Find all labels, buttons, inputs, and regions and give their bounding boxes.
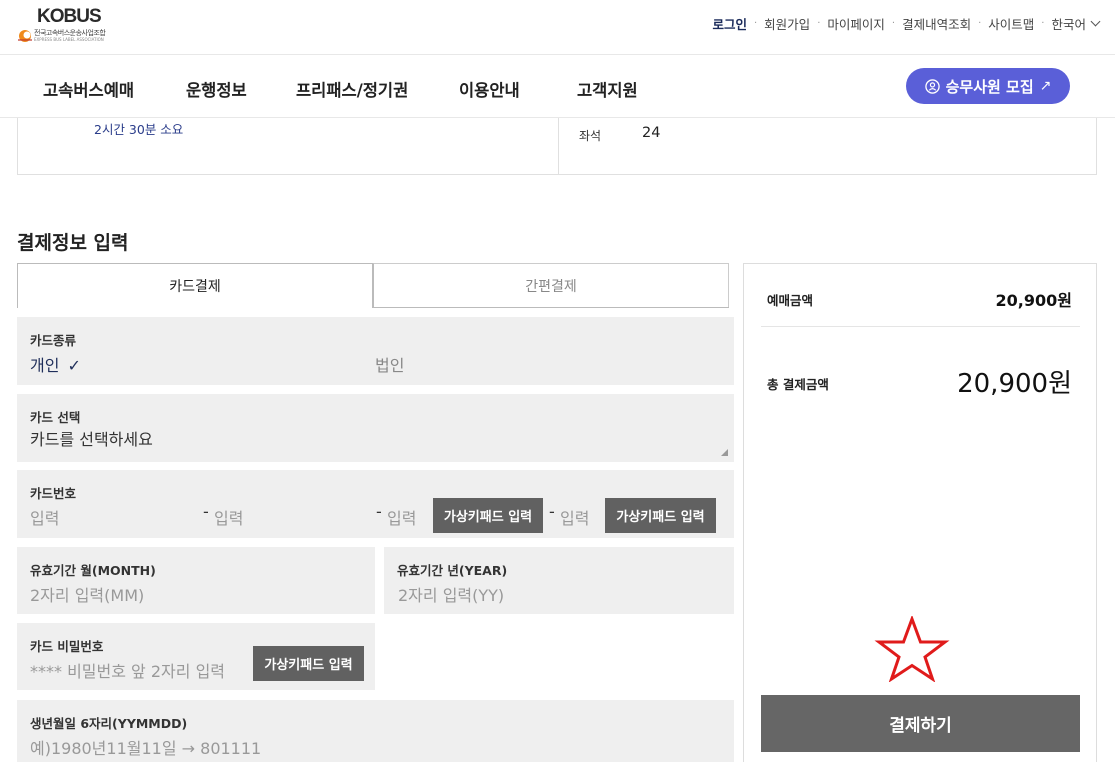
main-nav: 고속버스예매 운행정보 프리패스/정기권 이용안내 고객지원 승무사원 모집 ↗ [0,55,1115,118]
password-virtual-keypad-button[interactable]: 가상키패드 입력 [253,646,364,681]
card-number-dash: - [549,502,555,521]
birth-date-field: 생년월일 6자리(YYMMDD) 예)1980년11월11일 → 801111 [17,700,734,762]
util-separator: · [1041,18,1045,29]
card-select-value[interactable]: 카드를 선택하세요 [30,426,153,450]
card-number-dash: - [203,502,209,521]
section-title: 결제정보 입력 [17,232,129,254]
recruit-button[interactable]: 승무사원 모집 ↗ [906,68,1070,104]
trip-summary: 2시간 30분 소요 좌석 24 [17,118,1097,175]
utility-links: 로그인 · 회원가입 · 마이페이지 · 결제내역조회 · 사이트맵 · 한국어 [712,14,1101,33]
nav-item-schedule[interactable]: 운행정보 [186,77,247,101]
card-type-corporate[interactable]: 법인 [375,352,404,376]
signup-link[interactable]: 회원가입 [764,14,810,33]
nav-item-guide[interactable]: 이용안내 [459,77,520,101]
util-separator: · [978,18,982,29]
total-amount-label: 총 결제금액 [767,377,829,392]
logo-text: KOBUS [37,6,102,27]
page: KOBUS 전국고속버스운송사업조합 EXPRESS BUS LABEL ASS… [0,0,1115,762]
virtual-keypad-button-4[interactable]: 가상키패드 입력 [605,498,716,533]
util-separator: · [817,18,821,29]
card-number-input-4[interactable]: 입력 [560,505,589,529]
payment-history-link[interactable]: 결제내역조회 [902,14,971,33]
card-number-dash: - [376,502,382,521]
check-icon: ✓ [67,356,81,375]
card-number-label: 카드번호 [30,486,77,501]
mypage-link[interactable]: 마이페이지 [827,14,885,33]
kobus-logo[interactable]: KOBUS 전국고속버스운송사업조합 EXPRESS BUS LABEL ASS… [17,6,127,46]
expiry-year-label: 유효기간 년(YEAR) [397,563,508,578]
card-type-label: 카드종류 [30,333,77,348]
booking-amount-value: 20,900원 [995,291,1072,310]
external-arrow-icon: ↗ [1039,78,1052,94]
login-link[interactable]: 로그인 [712,14,747,33]
price-divider [761,326,1080,327]
card-select-field[interactable]: 카드 선택 카드를 선택하세요 [17,394,734,462]
recruit-label: 승무사원 모집 [945,77,1034,96]
card-type-personal[interactable]: 개인 ✓ [30,352,81,376]
card-number-input-1[interactable]: 입력 [30,505,59,529]
logo-subtitle-en: EXPRESS BUS LABEL ASSOCIATION [34,37,104,42]
card-type-personal-label: 개인 [30,356,60,375]
nav-item-support[interactable]: 고객지원 [577,77,638,101]
card-type-field: 카드종류 개인 ✓ 법인 [17,317,734,385]
nav-item-booking[interactable]: 고속버스예매 [43,77,134,101]
card-password-field: 카드 비밀번호 **** 비밀번호 앞 2자리 입력 가상키패드 입력 [17,623,375,690]
util-separator: · [891,18,896,29]
trip-duration: 2시간 30분 소요 [94,122,184,137]
pay-button[interactable]: 결제하기 [761,695,1080,752]
total-amount-value: 20,900원 [957,369,1072,399]
seat-value: 24 [642,125,661,141]
card-number-input-2[interactable]: 입력 [214,505,243,529]
seat-label: 좌석 [579,129,602,143]
expiry-month-label: 유효기간 월(MONTH) [30,563,156,578]
card-password-label: 카드 비밀번호 [30,639,104,654]
top-bar: KOBUS 전국고속버스운송사업조합 EXPRESS BUS LABEL ASS… [0,0,1115,55]
expiry-month-input[interactable]: 2자리 입력(MM) [30,582,144,606]
virtual-keypad-button-3[interactable]: 가상키패드 입력 [433,498,543,533]
language-select[interactable]: 한국어 [1051,14,1086,33]
booking-amount-label: 예매금액 [767,293,814,308]
price-panel: 예매금액 20,900원 총 결제금액 20,900원 결제하기 [743,263,1097,762]
birth-date-input[interactable]: 예)1980년11월11일 → 801111 [30,735,261,759]
expiry-month-field: 유효기간 월(MONTH) 2자리 입력(MM) [17,547,375,614]
tab-underline [373,307,729,308]
card-number-field: 카드번호 입력 - 입력 - 입력 가상키패드 입력 - 입력 가상키패드 입력 [17,470,734,538]
logo-sun-icon [18,30,32,42]
birth-date-label: 생년월일 6자리(YYMMDD) [30,716,188,731]
expiry-year-field: 유효기간 년(YEAR) 2자리 입력(YY) [384,547,734,614]
summary-divider [558,118,559,174]
card-select-label: 카드 선택 [30,410,81,425]
card-number-input-3[interactable]: 입력 [387,505,416,529]
star-icon [874,616,950,682]
chevron-down-icon[interactable] [1090,16,1101,27]
sitemap-link[interactable]: 사이트맵 [988,14,1034,33]
tab-card-payment[interactable]: 카드결제 [17,263,373,308]
card-password-input[interactable]: **** 비밀번호 앞 2자리 입력 [30,658,225,682]
nav-item-freepass[interactable]: 프리패스/정기권 [296,77,408,101]
resize-handle-icon[interactable] [721,449,728,456]
util-separator: · [753,18,758,29]
expiry-year-input[interactable]: 2자리 입력(YY) [398,582,504,606]
person-circle-icon [924,78,940,94]
tab-easy-payment[interactable]: 간편결제 [373,263,729,308]
